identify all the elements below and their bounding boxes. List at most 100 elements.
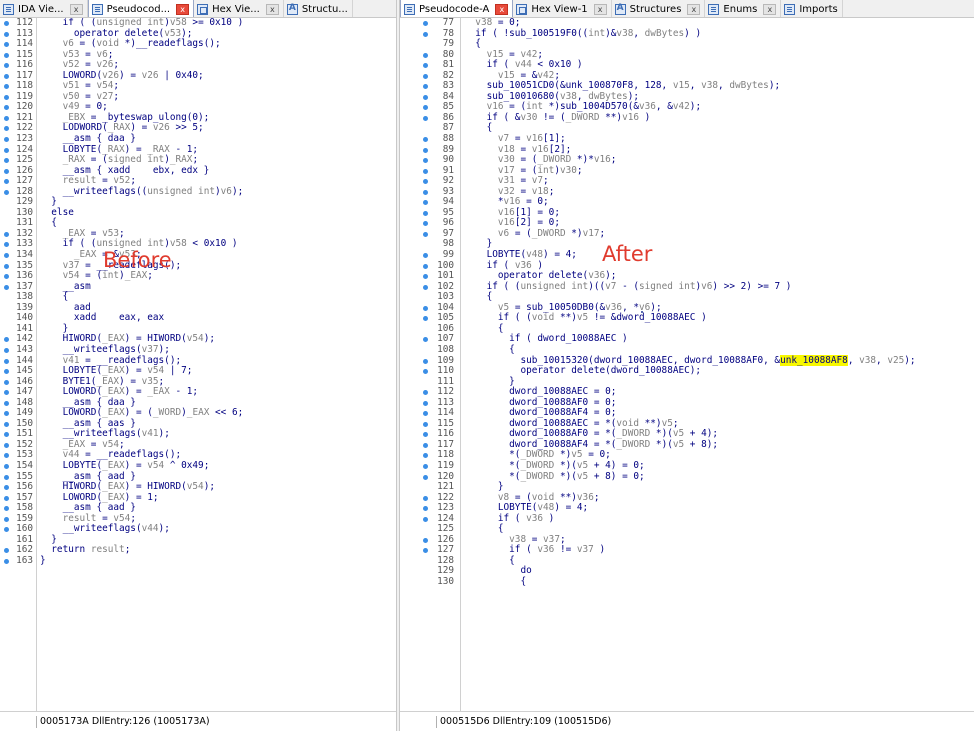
code-text: __asm { aad } [40,470,136,482]
breakpoint-dot-icon[interactable] [423,115,428,121]
breakpoint-dot-icon[interactable] [423,432,428,438]
breakpoint-dot-icon[interactable] [423,84,428,90]
breakpoint-dot-icon[interactable] [423,316,428,322]
after-annotation: After [602,242,653,266]
breakpoint-dot-icon[interactable] [423,231,428,237]
code-text: return result; [40,544,131,556]
tab-imports[interactable]: Imports [781,0,843,17]
breakpoint-dot-icon[interactable] [423,52,428,58]
code-line[interactable]: 130 { [400,576,974,588]
code-text: dword_10088AEC = 0; [464,386,617,398]
code-line[interactable]: 128 __writeeflags((unsigned int)v6); [0,186,396,198]
code-text: __asm { xadd ebx, edx } [40,164,210,176]
line-number: 154 [16,459,33,471]
close-icon[interactable]: x [176,3,190,15]
breakpoint-dot-icon[interactable] [423,263,428,269]
code-line[interactable]: 78 if ( !sub_100519F0((int)&v38, dwBytes… [400,28,974,40]
breakpoint-dot-icon[interactable] [423,506,428,512]
code-text: v32 = v18; [497,185,555,197]
breakpoint-dot-icon[interactable] [423,94,428,100]
code-line[interactable]: 160 __writeeflags(v44); [0,523,396,535]
breakpoint-dot-icon[interactable] [423,73,428,79]
code-line[interactable]: 162 return result; [0,545,396,556]
hex-view-icon [197,3,209,15]
close-icon[interactable]: x [763,3,777,15]
breakpoint-dot-icon[interactable] [423,200,428,206]
breakpoint-dot-icon[interactable] [423,474,428,480]
breakpoint-dot-icon[interactable] [423,548,428,554]
code-text: dword_10088AF0 = 0; [464,396,617,408]
code-line[interactable]: 163} [0,554,396,567]
breakpoint-dot-icon[interactable] [423,411,428,417]
breakpoint-dot-icon[interactable] [423,105,428,111]
code-text: operator delete(dword_10088AEC); [464,365,702,377]
code-text: BYTE1(_EAX) = v35; [40,375,165,387]
code-text: __asm { aad } [40,502,136,514]
tab-pseudocode-a[interactable]: Pseudocode-A x [400,0,514,17]
breakpoint-dot-icon[interactable] [423,31,428,37]
close-icon[interactable]: x [69,3,83,15]
breakpoint-dot-icon[interactable] [423,21,428,26]
tab-hex-view-1[interactable]: Hex View-1 x [513,0,612,17]
code-text: operator delete(v53); [40,27,193,39]
line-number: 88 [442,133,454,145]
breakpoint-dot-icon[interactable] [423,442,428,448]
pseudocode-icon [91,3,103,15]
code-text: if ( &v30 != (_DWORD **)v16 ) [464,111,651,123]
code-text: v15 = &v42; [497,69,560,81]
breakpoint-dot-icon[interactable] [423,337,428,343]
breakpoint-dot-icon[interactable] [423,137,428,143]
breakpoint-dot-icon[interactable] [423,516,428,522]
breakpoint-dot-icon[interactable] [423,369,428,375]
breakpoint-dot-icon[interactable] [423,305,428,311]
breakpoint-dot-icon[interactable] [423,189,428,195]
line-code: return result; [40,545,130,556]
code-line[interactable]: 130 else [0,207,396,219]
breakpoint-dot-icon[interactable] [423,358,428,364]
breakpoint-dot-icon[interactable] [423,400,428,406]
imports-icon [784,3,796,15]
breakpoint-dot-icon[interactable] [423,158,428,164]
breakpoint-dot-icon[interactable] [423,274,428,280]
code-text: v16[2] = 0; [497,217,560,229]
breakpoint-dot-icon[interactable] [423,390,428,396]
line-number: 143 [16,343,33,355]
breakpoint-dot-icon[interactable] [423,210,428,216]
line-number: 163 [16,554,33,566]
code-text: LOBYTE(_EAX) = v54 ^ 0x49; [40,459,210,471]
pseudocode-listing[interactable]: 112 if ( (unsigned int)v58 >= 0x10 ) 113 … [0,18,396,711]
highlighted-identifier[interactable]: unk_10088AF8 [780,354,848,366]
breakpoint-dot-icon[interactable] [423,453,428,459]
code-text: dword_10088AF4 = 0; [464,407,617,419]
breakpoint-dot-icon[interactable] [423,463,428,469]
code-text: LOBYTE(_RAX) = _RAX - 1; [40,143,199,155]
tab-ida-view[interactable]: IDA Vie... x [0,0,88,17]
breakpoint-dot-icon[interactable] [423,284,428,290]
pseudocode-listing[interactable]: 77 v38 = 0; 78 if ( !sub_100519F0((int)&v… [400,18,974,711]
close-icon[interactable]: x [687,3,701,15]
code-text: } [464,375,515,387]
close-icon[interactable]: x [593,3,607,15]
tab-structures[interactable]: Structu... [284,0,353,17]
breakpoint-dot-icon[interactable] [423,253,428,259]
code-text: xadd eax, eax [40,312,165,324]
breakpoint-dot-icon[interactable] [423,495,428,501]
tab-pseudocode[interactable]: Pseudocod... x [87,0,195,17]
code-text: __writeeflags(v41); [40,428,170,440]
close-icon[interactable]: x [265,3,279,15]
breakpoint-dot-icon[interactable] [423,537,428,543]
breakpoint-dot-icon[interactable] [423,221,428,227]
breakpoint-dot-icon[interactable] [423,421,428,427]
code-text: { [40,291,69,303]
tab-enums[interactable]: Enums x [705,0,782,17]
tab-hex-view[interactable]: Hex Vie... x [194,0,284,17]
code-text: } [40,533,57,545]
breakpoint-dot-icon[interactable] [423,179,428,185]
breakpoint-dot-icon[interactable] [423,63,428,69]
breakpoint-dot-icon[interactable] [423,147,428,153]
close-icon[interactable]: x [495,3,509,15]
breakpoint-dot-icon[interactable] [423,168,428,174]
tab-structures[interactable]: Structures x [612,0,706,17]
code-text: if ( v36 ) [464,512,555,524]
line-code: { [464,576,526,588]
